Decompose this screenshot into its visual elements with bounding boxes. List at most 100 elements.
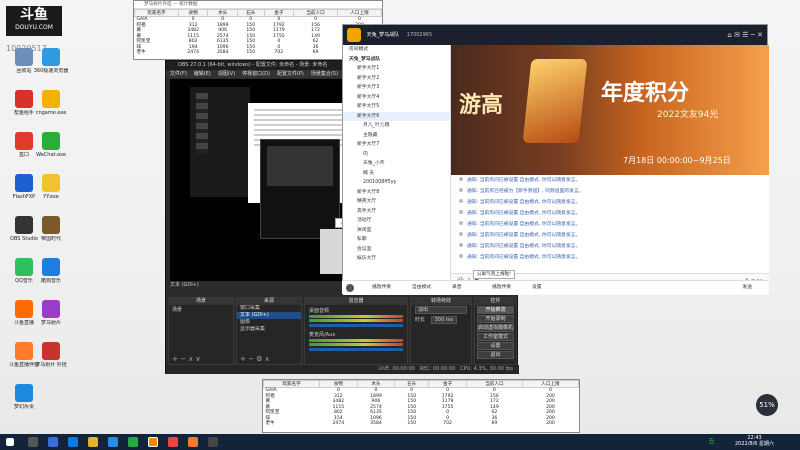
channel-item[interactable]: 活动厅 xyxy=(343,216,450,226)
search-icon[interactable] xyxy=(28,437,38,447)
chat-message-text: 通知: 当前房间已被设置 自由模式, 你可以随意发言。 xyxy=(467,222,581,227)
sources-dock: 来源 窗口采集 文本 (GDI+) 图像 显示器采集 + − ⚙ ∧ xyxy=(236,297,302,365)
source-item[interactable]: 窗口采集 xyxy=(237,305,301,312)
scene-item[interactable]: 场景 xyxy=(169,305,233,314)
notice-icon xyxy=(459,210,463,214)
channel-item[interactable]: 私聊 xyxy=(343,235,450,245)
bottom-bar-item[interactable]: 播放伴奏 xyxy=(372,281,391,295)
task-view-icon[interactable] xyxy=(48,437,58,447)
channel-item[interactable]: 新手大厅1 xyxy=(343,64,450,74)
control-button[interactable]: 工作室模式 xyxy=(477,333,514,341)
bottom-bar-item[interactable]: 自由模式 xyxy=(412,281,431,295)
obs-menu-item[interactable]: 视图(V) xyxy=(218,71,235,77)
channel-item[interactable]: 新手大厅8 xyxy=(343,188,450,198)
volume-slider[interactable] xyxy=(309,324,403,327)
table-header: 石头 xyxy=(394,380,430,388)
desktop-icon[interactable]: 酷狗音乐 xyxy=(33,258,69,284)
transition-select[interactable]: 淡出 xyxy=(415,306,467,314)
desktop-icon[interactable]: YY.exe xyxy=(33,174,69,200)
control-button[interactable]: 设置 xyxy=(477,342,514,350)
clock[interactable]: 22:43 2022/8/6 星期六 xyxy=(735,435,774,447)
stats-window-bottom: 玩家名字 食物 木头 石头 金子 当前人口 人口上限 GAIA 0 0 0 0 0 0 阿祖 312 1899 1… xyxy=(262,379,580,433)
channel-item[interactable]: 天兔_梦马战队 xyxy=(343,55,450,65)
scenes-title: 场景 xyxy=(169,298,233,305)
app-icon xyxy=(42,216,60,234)
battery-widget[interactable]: 51% xyxy=(756,394,778,416)
obs-menu-item[interactable]: 文件(F) xyxy=(170,71,187,77)
avatar[interactable] xyxy=(346,284,354,292)
store-icon[interactable] xyxy=(108,437,118,447)
channel-item[interactable]: 休闲室 xyxy=(343,226,450,236)
volume-meter xyxy=(309,339,403,342)
desktop-icon[interactable]: WeChat.exe xyxy=(33,132,69,158)
obs-menu-item[interactable]: 场景集合(S) xyxy=(311,71,338,77)
source-item[interactable]: 图像 xyxy=(237,319,301,326)
desktop-icon[interactable]: 梦幻斥责 xyxy=(6,384,42,410)
game-icon[interactable] xyxy=(168,437,178,447)
scene-add-icon[interactable]: + − ∧ ∨ xyxy=(172,355,201,363)
desktop-icon[interactable]: cngame.exe xyxy=(33,90,69,116)
notice-icon xyxy=(459,254,463,258)
channel-item[interactable]: 新手大厅7 xyxy=(343,140,450,150)
duration-input[interactable]: 300 ms xyxy=(430,316,458,324)
channel-item[interactable]: 新手大厅4 xyxy=(343,93,450,103)
source-item[interactable]: 显示器采集 xyxy=(237,326,301,333)
app-icon xyxy=(15,132,33,150)
chat-message: 通知: 当前房间已被设置 自由模式, 你可以随意发言。 xyxy=(451,208,769,219)
douyu-app-icon[interactable] xyxy=(148,437,158,447)
channel-item[interactable]: 天兔_小齐 xyxy=(343,159,450,169)
table-cell: 702 xyxy=(443,421,452,426)
control-button[interactable]: 启动虚拟摄像机 xyxy=(477,324,514,332)
source-item[interactable]: 文本 (GDI+) xyxy=(237,312,301,319)
control-button[interactable]: 退出 xyxy=(477,351,514,359)
volume-slider[interactable] xyxy=(309,348,403,351)
scenes-dock: 场景 场景 + − ∧ ∨ xyxy=(168,297,234,365)
channel-item[interactable]: 新手大厅5 xyxy=(343,102,450,112)
start-icon[interactable] xyxy=(6,438,14,446)
table-cell: 3584 xyxy=(370,421,382,426)
bottom-bar-item[interactable]: 播放伴奏 xyxy=(492,281,511,295)
channel-item[interactable]: 新手大厅3 xyxy=(343,83,450,93)
app-icon xyxy=(15,216,33,234)
table-cell: 200 xyxy=(546,421,555,426)
source-add-icon[interactable]: + − ⚙ ∧ xyxy=(240,355,270,363)
obs-menu-item[interactable]: 配置文件(P) xyxy=(277,71,304,77)
channel-item[interactable]: 高手大厅 xyxy=(343,207,450,217)
app-icon xyxy=(15,384,33,402)
control-button[interactable]: 开始推流 xyxy=(477,306,514,314)
channel-item[interactable]: 2001008ff5yy xyxy=(343,178,450,188)
obs-icon[interactable] xyxy=(208,437,218,447)
send-button[interactable]: 发送 xyxy=(742,281,752,295)
obs-menu-item[interactable]: 停靠窗口(D) xyxy=(242,71,270,77)
channel-item[interactable]: 内 xyxy=(343,150,450,160)
channel-item[interactable]: 新手大厅6 xyxy=(343,111,450,121)
desktop-icon[interactable]: 梦马射片 xyxy=(33,300,69,326)
app-icon xyxy=(15,342,33,360)
channel-item[interactable]: 新手大厅2 xyxy=(343,74,450,84)
obs-menu-item[interactable]: 编辑(E) xyxy=(194,71,211,77)
channel-item[interactable]: 月儿_叶儿哦 xyxy=(343,121,450,131)
desktop-icon[interactable]: 梦马射片 外挂 xyxy=(33,342,69,368)
chat-message-text: 通知: 当前房间已被设置 自由模式, 你可以随意发言。 xyxy=(467,244,581,249)
channel-item[interactable]: 精英大厅 xyxy=(343,197,450,207)
channel-item[interactable]: 楠 夫 xyxy=(343,169,450,179)
channel-item[interactable]: 会议室 xyxy=(343,245,450,255)
explorer-icon[interactable] xyxy=(88,437,98,447)
bottom-bar-item[interactable]: 录音 xyxy=(452,281,462,295)
banner-date: 7月18日 00:00:00~9月25日 xyxy=(623,156,731,165)
window-controls[interactable]: ⌂ ✉ ☰ ─ ✕ xyxy=(727,25,763,45)
assistant-icon[interactable] xyxy=(188,437,198,447)
channel-item[interactable]: 娱乐大厅 xyxy=(343,254,450,264)
wechat-icon[interactable] xyxy=(128,437,138,447)
chat-message: 通知: 当前房间已被设置 自由模式, 你可以随意发言。 xyxy=(451,252,769,263)
control-button[interactable]: 开始录制 xyxy=(477,315,514,323)
edge-icon[interactable] xyxy=(68,437,78,447)
desktop-icon[interactable]: 360极速浏览器 xyxy=(33,48,69,74)
ime-indicator[interactable]: 五 xyxy=(708,436,715,446)
home-icon[interactable] xyxy=(347,27,361,42)
bottom-bar-item[interactable]: 设置 xyxy=(532,281,542,295)
channel-item[interactable]: 房间模式 xyxy=(343,45,450,55)
event-banner[interactable]: 游高 年度积分 2022文友94光 7月18日 00:00:00~9月25日 xyxy=(451,45,769,175)
desktop-icon[interactable]: 帝国时代 xyxy=(33,216,69,242)
channel-item[interactable]: 主隐藏 xyxy=(343,131,450,141)
